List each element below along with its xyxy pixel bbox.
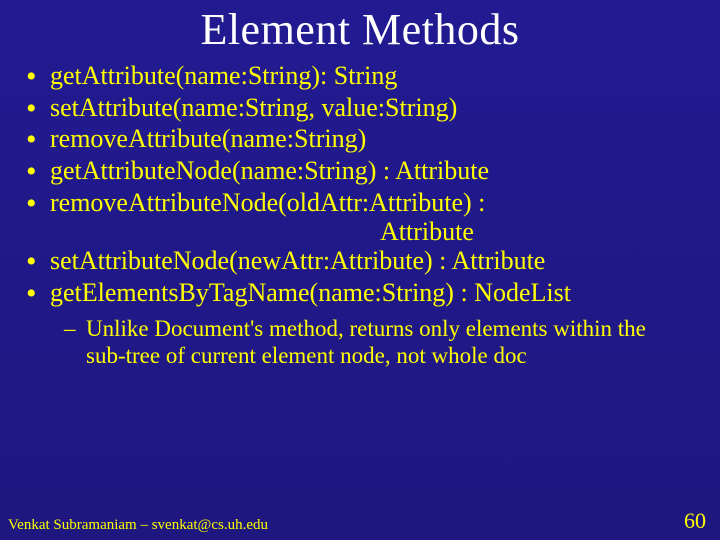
list-item: getAttributeNode(name:String) : Attribut… bbox=[20, 156, 698, 187]
footer-author: Venkat Subramaniam – svenkat@cs.uh.edu bbox=[8, 517, 268, 534]
sub-list: Unlike Document's method, returns only e… bbox=[0, 315, 720, 370]
list-item: setAttributeNode(newAttr:Attribute) : At… bbox=[20, 246, 698, 277]
sub-list-item: Unlike Document's method, returns only e… bbox=[64, 315, 690, 370]
list-item: getAttribute(name:String): String bbox=[20, 61, 698, 92]
list-item: setAttribute(name:String, value:String) bbox=[20, 93, 698, 124]
list-item: getElementsByTagName(name:String) : Node… bbox=[20, 278, 698, 309]
bullet-list-cont: setAttributeNode(newAttr:Attribute) : At… bbox=[0, 246, 720, 308]
list-item: removeAttribute(name:String) bbox=[20, 124, 698, 155]
list-item: removeAttributeNode(oldAttr:Attribute) : bbox=[20, 188, 698, 219]
slide-title: Element Methods bbox=[0, 0, 720, 55]
bullet-list: getAttribute(name:String): String setAtt… bbox=[0, 61, 720, 218]
list-item-continuation: Attribute bbox=[0, 217, 720, 247]
slide-number: 60 bbox=[684, 508, 706, 534]
